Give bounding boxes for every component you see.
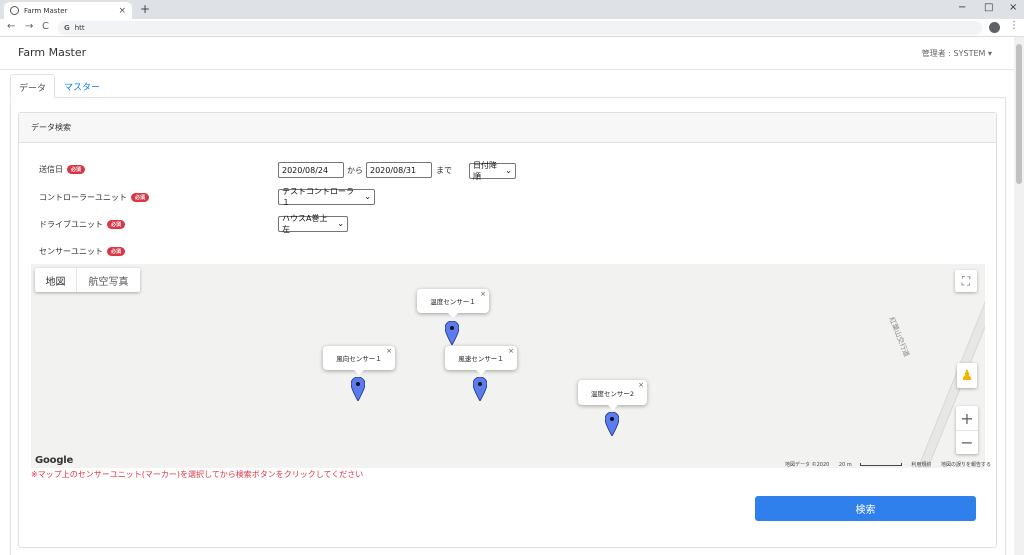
map-type-control: 地図 航空写真	[35, 268, 140, 292]
to-text: まで	[436, 166, 452, 175]
url-text[interactable]: htt	[75, 24, 85, 32]
date-to-input[interactable]: 2020/08/31	[366, 162, 432, 178]
fullscreen-icon[interactable]: ⛶	[955, 270, 977, 292]
marker-label: 風向センサー１	[336, 355, 382, 363]
sensor-label: センサーユニット 必須	[39, 246, 126, 257]
browser-tab-title: Farm Master	[24, 6, 68, 15]
card-title: データ検索	[19, 113, 996, 143]
controller-label-text: コントローラーユニット	[39, 193, 127, 202]
zoom-in-button[interactable]: +	[956, 406, 978, 430]
browser-tab-strip: Farm Master × + − □ ×	[0, 0, 1024, 19]
scale-bar	[859, 463, 902, 466]
sensor-marker[interactable]	[351, 377, 365, 401]
marker-info-window[interactable]: 温度センサー１ ×	[417, 289, 489, 318]
brand-title[interactable]: Farm Master	[18, 46, 86, 59]
marker-info-window[interactable]: 風向センサー１ ×	[323, 346, 395, 375]
close-info-icon[interactable]: ×	[508, 347, 514, 355]
map-attribution: 地図データ ©2020 20 m 利用規約 地図の誤りを報告する	[785, 461, 999, 468]
required-badge: 必須	[107, 220, 126, 229]
instruction-note: ※マップ上のセンサーユニット(マーカー)を選択してから検索ボタンをクリックしてく…	[31, 470, 364, 479]
restore-window-button[interactable]: □	[984, 2, 993, 13]
sensor-label-text: センサーユニット	[39, 247, 103, 256]
close-info-icon[interactable]: ×	[638, 381, 644, 389]
drive-label-text: ドライブユニット	[39, 220, 103, 229]
globe-icon	[10, 6, 19, 15]
required-badge: 必須	[131, 193, 150, 202]
close-info-icon[interactable]: ×	[480, 290, 486, 298]
map-data-text: 地図データ ©2020	[785, 462, 830, 468]
browser-tab[interactable]: Farm Master ×	[4, 2, 132, 19]
reload-button[interactable]: C	[42, 21, 49, 32]
scrollbar-thumb[interactable]	[1016, 44, 1022, 184]
send-date-label: 送信日 必須	[39, 164, 86, 175]
minimize-window-button[interactable]: −	[958, 2, 966, 13]
close-window-button[interactable]: ×	[1009, 2, 1017, 13]
main-tabs: データ マスター	[10, 74, 1006, 98]
zoom-control: + −	[956, 406, 978, 454]
sensor-marker[interactable]	[445, 321, 459, 345]
tab-master[interactable]: マスター	[56, 74, 108, 98]
send-date-label-text: 送信日	[39, 165, 63, 174]
address-bar[interactable]: G htt	[58, 21, 982, 35]
date-from-input[interactable]: 2020/08/24	[278, 162, 344, 178]
profile-icon[interactable]	[989, 22, 1000, 33]
marker-label: 温度センサー１	[430, 298, 476, 306]
marker-label: 風速センサー１	[458, 355, 504, 363]
new-tab-button[interactable]: +	[140, 2, 150, 16]
marker-label: 温度センサー2	[590, 389, 635, 398]
drive-select[interactable]: ハウスA巻上左	[278, 214, 348, 234]
user-menu[interactable]: 管理者 : SYSTEM ▾	[922, 48, 992, 59]
controller-label: コントローラーユニット 必須	[39, 192, 150, 203]
satellite-view-button[interactable]: 航空写真	[77, 268, 140, 292]
from-text: から	[347, 166, 363, 175]
required-badge: 必須	[107, 247, 126, 256]
zoom-out-button[interactable]: −	[956, 430, 978, 454]
marker-info-window[interactable]: 温度センサー2 ×	[578, 380, 647, 410]
browser-menu-icon[interactable]: ⋮	[1009, 20, 1019, 31]
tab-data[interactable]: データ	[10, 74, 56, 98]
map-view-button[interactable]: 地図	[35, 268, 77, 292]
close-tab-icon[interactable]: ×	[118, 6, 126, 16]
pegman-icon[interactable]: ♟	[957, 363, 977, 388]
back-button[interactable]: ←	[7, 21, 15, 32]
drive-label: ドライブユニット 必須	[39, 219, 126, 230]
close-info-icon[interactable]: ×	[386, 347, 392, 355]
scale-text: 20 m	[838, 462, 852, 468]
forward-button[interactable]: →	[25, 21, 33, 32]
search-button[interactable]: 検索	[755, 496, 976, 521]
required-badge: 必須	[67, 165, 86, 174]
sensor-marker[interactable]	[605, 412, 619, 436]
sort-select[interactable]: 日付降順	[469, 161, 516, 181]
marker-info-window[interactable]: 風速センサー１ ×	[445, 346, 517, 375]
report-link[interactable]: 地図の誤りを報告する	[941, 462, 991, 468]
controller-select[interactable]: テストコントローラ１	[278, 187, 375, 207]
sensor-marker[interactable]	[473, 377, 487, 401]
browser-toolbar: ← → C G htt	[0, 19, 1024, 37]
google-logo: Google	[35, 455, 74, 466]
app-header: Farm Master 管理者 : SYSTEM ▾	[0, 37, 1014, 70]
terms-link[interactable]: 利用規約	[911, 462, 931, 468]
google-icon: G	[64, 24, 70, 32]
